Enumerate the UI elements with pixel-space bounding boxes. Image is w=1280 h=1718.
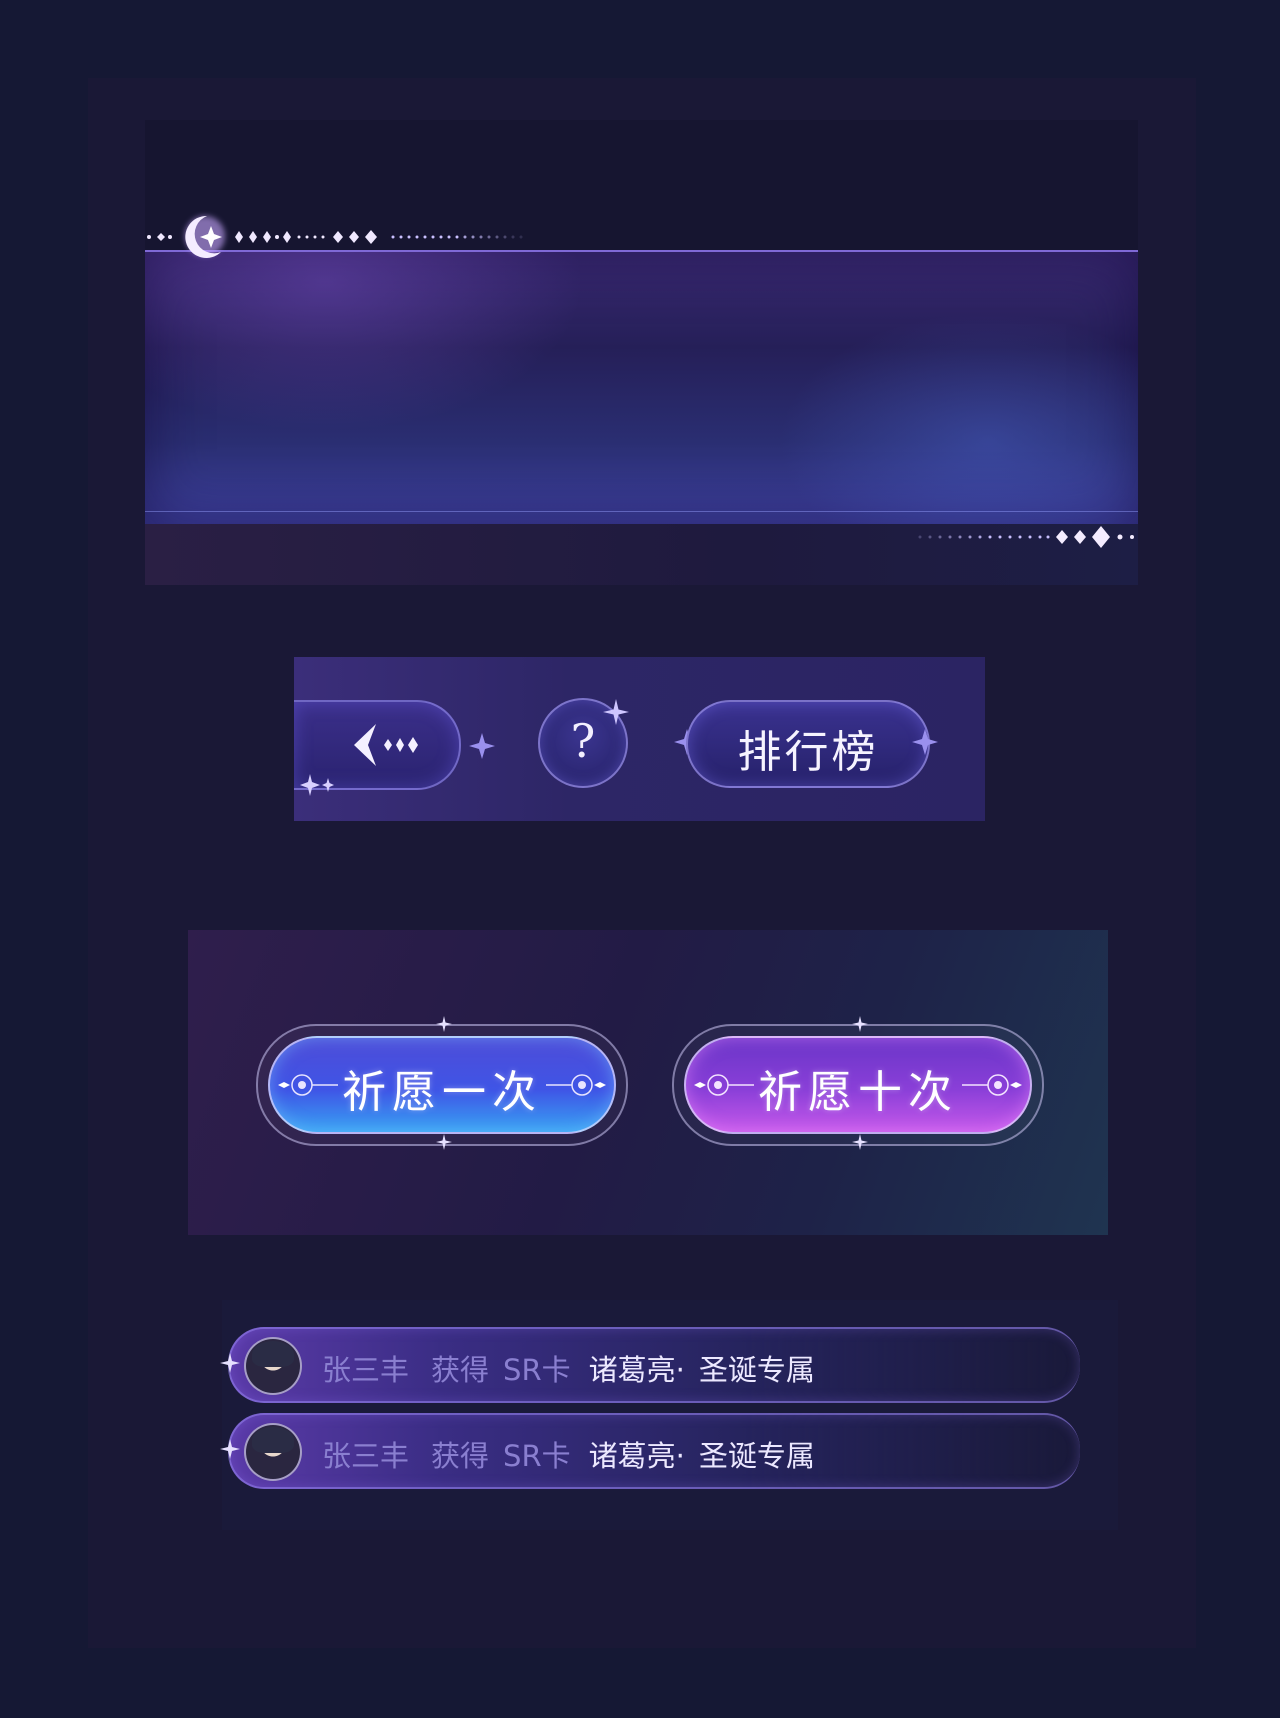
wish-ten-button[interactable]: 祈愿十次: [672, 1024, 1044, 1146]
sparkle-icon: [852, 1016, 868, 1032]
leaderboard-button[interactable]: 排行榜: [686, 700, 930, 788]
star-trail-ornament-icon: [918, 526, 1134, 548]
moon-star-ornament-icon: [147, 215, 523, 258]
notification-user: 张三丰: [322, 1353, 410, 1387]
notification-user: 张三丰: [322, 1439, 410, 1473]
sparkle-icon: [852, 1134, 868, 1150]
notification-variant: 圣诞专属: [698, 1353, 815, 1387]
sparkle-icon: [603, 699, 629, 725]
sparkle-icon: [912, 729, 938, 755]
sparkle-icon: [300, 774, 334, 796]
avatar: [244, 1423, 302, 1481]
notification-variant: 圣诞专属: [698, 1439, 815, 1473]
notification-rarity: SR卡: [503, 1353, 571, 1387]
notification-verb: 获得: [431, 1439, 490, 1473]
sparkle-icon: [436, 1134, 452, 1150]
banner-frame: [145, 250, 1138, 526]
wish-once-label: 祈愿一次: [342, 1067, 542, 1118]
sparkle-icon: [436, 1016, 452, 1032]
notification-verb: 获得: [431, 1353, 490, 1387]
avatar: [244, 1337, 302, 1395]
leaderboard-label: 排行榜: [737, 727, 879, 778]
wish-ten-label: 祈愿十次: [758, 1067, 958, 1118]
wish-once-button[interactable]: 祈愿一次: [256, 1024, 628, 1146]
sparkle-icon: [220, 1439, 240, 1459]
notification-row: 张三丰 获得 SR卡 诸葛亮· 圣诞专属: [228, 1413, 1080, 1489]
notification-card: 诸葛亮·: [588, 1353, 685, 1387]
notification-row: 张三丰 获得 SR卡 诸葛亮· 圣诞专属: [228, 1327, 1080, 1403]
back-arrow-icon: [354, 724, 418, 766]
notification-rarity: SR卡: [503, 1439, 571, 1473]
sparkle-icon: [469, 733, 495, 759]
sparkle-icon: [220, 1353, 240, 1373]
notification-card: 诸葛亮·: [588, 1439, 685, 1473]
